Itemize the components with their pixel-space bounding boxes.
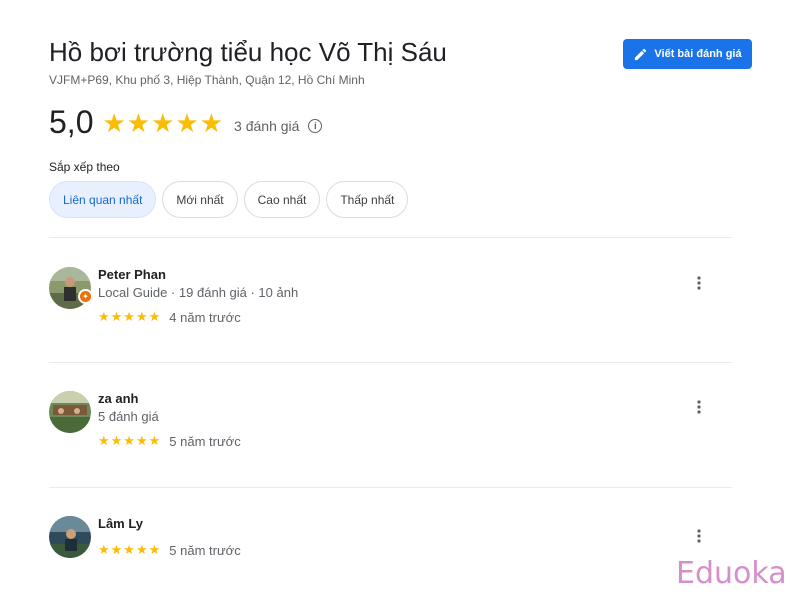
review-date: 4 năm trước bbox=[169, 309, 241, 325]
reviewer-meta: 5 đánh giá bbox=[98, 409, 159, 424]
review-item: ✦ Peter Phan Local Guide · 19 đánh giá ·… bbox=[49, 267, 739, 337]
divider bbox=[49, 237, 732, 238]
sort-chip-relevant[interactable]: Liên quan nhất bbox=[49, 181, 157, 218]
review-item: za anh 5 đánh giá ★★★★★ 5 năm trước bbox=[49, 391, 739, 461]
avatar[interactable] bbox=[49, 391, 91, 433]
rating-summary: 5,0 ★★★★★ 3 đánh giá i bbox=[49, 104, 323, 141]
sort-options: Liên quan nhất Mới nhất Cao nhất Thấp nh… bbox=[49, 181, 409, 218]
review-date: 5 năm trước bbox=[169, 542, 241, 558]
rating-stars: ★★★★★ bbox=[102, 107, 225, 138]
review-stars: ★★★★★ bbox=[98, 542, 162, 557]
review-rating: ★★★★★ 4 năm trước bbox=[98, 309, 241, 325]
info-icon[interactable]: i bbox=[308, 118, 323, 133]
reviewer-name[interactable]: za anh bbox=[98, 391, 138, 406]
review-item: Lâm Ly ★★★★★ 5 năm trước bbox=[49, 516, 739, 586]
avatar[interactable] bbox=[49, 516, 91, 558]
divider bbox=[49, 487, 732, 488]
review-stars: ★★★★★ bbox=[98, 433, 162, 448]
reviewer-meta: Local Guide · 19 đánh giá · 10 ảnh bbox=[98, 285, 299, 300]
review-stars: ★★★★★ bbox=[98, 309, 162, 324]
review-rating: ★★★★★ 5 năm trước bbox=[98, 433, 241, 449]
watermark-logo: Eduoka bbox=[676, 556, 787, 591]
sort-label: Sắp xếp theo bbox=[49, 160, 120, 174]
more-vert-icon[interactable] bbox=[689, 271, 709, 295]
sort-chip-lowest[interactable]: Thấp nhất bbox=[326, 181, 409, 218]
divider bbox=[49, 362, 732, 363]
rating-count: 3 đánh giá bbox=[234, 117, 300, 134]
more-vert-icon[interactable] bbox=[689, 395, 709, 419]
write-review-button[interactable]: Viết bài đánh giá bbox=[623, 39, 752, 69]
place-title: Hồ bơi trường tiểu học Võ Thị Sáu bbox=[49, 37, 447, 67]
pencil-icon bbox=[633, 47, 648, 62]
reviewer-name[interactable]: Lâm Ly bbox=[98, 516, 143, 531]
sort-chip-highest[interactable]: Cao nhất bbox=[243, 181, 321, 218]
review-rating: ★★★★★ 5 năm trước bbox=[98, 542, 241, 558]
review-date: 5 năm trước bbox=[169, 433, 241, 449]
write-review-label: Viết bài đánh giá bbox=[654, 48, 742, 60]
rating-score: 5,0 bbox=[49, 104, 94, 140]
reviews-panel: Hồ bơi trường tiểu học Võ Thị Sáu VJFM+P… bbox=[0, 0, 800, 600]
place-address: VJFM+P69, Khu phố 3, Hiệp Thành, Quận 12… bbox=[49, 73, 365, 87]
local-guide-badge-icon: ✦ bbox=[78, 289, 93, 304]
more-vert-icon[interactable] bbox=[689, 524, 709, 548]
sort-chip-newest[interactable]: Mới nhất bbox=[162, 181, 238, 218]
reviewer-name[interactable]: Peter Phan bbox=[98, 267, 166, 282]
